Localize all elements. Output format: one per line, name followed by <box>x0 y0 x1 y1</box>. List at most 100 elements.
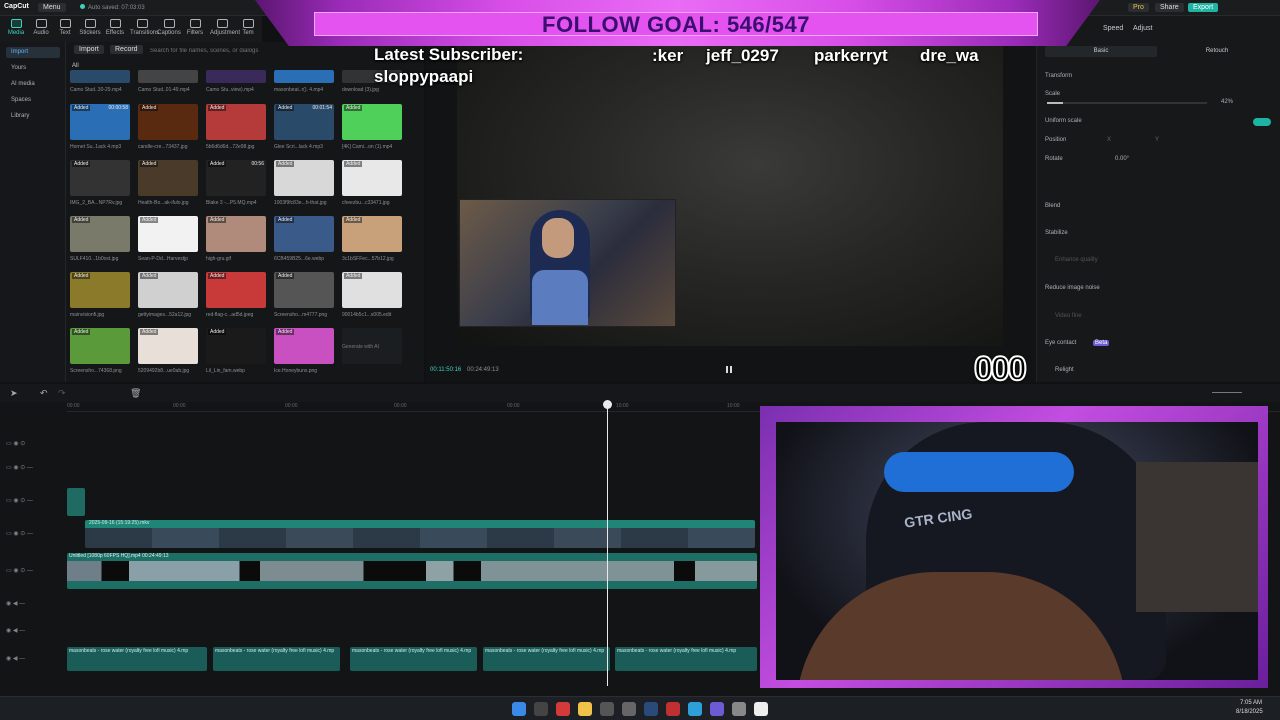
track-header[interactable]: ▭ ◉ ⊙ — <box>6 530 64 540</box>
subtab-basic[interactable]: Basic <box>1045 46 1157 57</box>
toolbar-stickers[interactable]: Stickers <box>78 19 102 36</box>
redo-icon[interactable]: ↷ <box>58 388 66 399</box>
position-y-field[interactable]: Y <box>1155 137 1159 143</box>
media-thumbnail[interactable]: Added <box>138 160 198 196</box>
toolbar-text[interactable]: Text <box>53 19 77 36</box>
media-thumbnail[interactable]: Added <box>138 104 198 140</box>
track-header[interactable]: ◉ ◀ — <box>6 627 64 637</box>
audio-clip[interactable]: masonbeats - rose water (royalty free lo… <box>615 647 757 671</box>
export-button[interactable]: Export <box>1188 3 1219 12</box>
select-tool-icon[interactable]: ➤ <box>10 388 18 399</box>
zoom-slider[interactable] <box>1212 392 1242 393</box>
track-header[interactable]: ◉ ◀ — <box>6 655 64 665</box>
sidebar-item-ai-media[interactable]: AI media <box>6 79 60 90</box>
media-thumbnail[interactable]: Added <box>274 160 334 196</box>
edge-icon[interactable] <box>688 702 702 716</box>
media-thumbnail[interactable]: Added <box>274 272 334 308</box>
scale-value[interactable]: 42% <box>1221 99 1233 105</box>
media-thumbnail[interactable]: Added <box>138 328 198 364</box>
media-thumbnail[interactable]: Added <box>70 160 130 196</box>
timeline-clip[interactable] <box>67 488 85 516</box>
audio-clip[interactable]: masonbeats - rose water (royalty free lo… <box>67 647 207 671</box>
subtab-retouch[interactable]: Retouch <box>1161 46 1273 57</box>
import-button[interactable]: Import <box>74 45 104 54</box>
opera-icon[interactable] <box>556 702 570 716</box>
media-thumbnail[interactable] <box>274 70 334 83</box>
tab-speed[interactable]: Speed <box>1103 25 1123 32</box>
rotate-value[interactable]: 0.00° <box>1115 156 1129 162</box>
chrome-icon[interactable] <box>666 702 680 716</box>
record-button[interactable]: Record <box>110 45 143 54</box>
audio-clip[interactable]: masonbeats - rose water (royalty free lo… <box>483 647 610 671</box>
uniform-scale-toggle[interactable] <box>1253 118 1271 126</box>
media-thumbnail[interactable]: Added 00:01:54 <box>274 104 334 140</box>
media-search-input[interactable] <box>150 45 340 56</box>
media-thumbnail[interactable]: Added <box>342 104 402 140</box>
sidebar-item-yours[interactable]: Yours <box>6 63 60 74</box>
media-thumbnail[interactable]: Added <box>342 272 402 308</box>
track-header[interactable]: ▭ ◉ ⊙ — <box>6 464 64 474</box>
media-thumbnail[interactable]: Added 00:56 <box>206 160 266 196</box>
media-thumbnail[interactable]: Added <box>342 160 402 196</box>
start-icon[interactable] <box>512 702 526 716</box>
app-icon[interactable] <box>600 702 614 716</box>
main-video-track[interactable]: Untitled [1080p 60FPS HQ].mp4 00:24:49:1… <box>67 553 757 589</box>
media-thumbnail[interactable] <box>206 70 266 83</box>
capcut-icon[interactable] <box>754 702 768 716</box>
undo-icon[interactable]: ↶ <box>40 388 48 399</box>
menu-button[interactable]: Menu <box>38 3 66 12</box>
pro-button[interactable]: Pro <box>1128 3 1149 12</box>
discord-icon[interactable] <box>710 702 724 716</box>
pause-icon[interactable] <box>726 366 732 373</box>
track-header[interactable]: ◉ ◀ — <box>6 600 64 610</box>
noise-label[interactable]: Reduce image noise <box>1045 285 1100 291</box>
delete-icon[interactable]: 🗑 <box>130 388 141 399</box>
toolbar-adjustment[interactable]: Adjustment <box>210 19 240 36</box>
steam-icon[interactable] <box>644 702 658 716</box>
app-icon[interactable] <box>732 702 746 716</box>
filter-all[interactable]: All <box>72 63 79 69</box>
media-thumbnail[interactable]: Added 00:00:58 <box>70 104 130 140</box>
media-thumbnail[interactable]: Added <box>138 272 198 308</box>
media-thumbnail[interactable]: Added <box>70 328 130 364</box>
track-header[interactable]: ▭ ◉ ⊙ <box>6 440 64 450</box>
playhead[interactable] <box>607 400 608 686</box>
media-thumbnail[interactable]: Added <box>206 272 266 308</box>
media-thumbnail[interactable] <box>70 70 130 83</box>
toolbar-audio[interactable]: Audio <box>29 19 53 36</box>
media-thumbnail[interactable] <box>138 70 198 83</box>
sidebar-item-spaces[interactable]: Spaces <box>6 95 60 106</box>
blend-label[interactable]: Blend <box>1045 203 1060 209</box>
media-thumbnail[interactable]: Added <box>206 328 266 364</box>
media-thumbnail[interactable]: Added <box>274 328 334 364</box>
position-x-field[interactable]: X <box>1107 137 1111 143</box>
toolbar-media[interactable]: Media <box>4 19 28 36</box>
search-icon[interactable] <box>534 702 548 716</box>
audio-clip[interactable]: masonbeats - rose water (royalty free lo… <box>213 647 340 671</box>
folder-icon[interactable] <box>578 702 592 716</box>
relight-label[interactable]: Relight <box>1055 367 1074 373</box>
app-icon[interactable] <box>622 702 636 716</box>
audio-clip[interactable]: masonbeats - rose water (royalty free lo… <box>350 647 477 671</box>
sidebar-item-library[interactable]: Library <box>6 111 60 122</box>
sidebar-item-import[interactable]: Import <box>6 47 60 58</box>
media-thumbnail[interactable]: Added <box>206 216 266 252</box>
playhead-handle[interactable] <box>603 400 612 409</box>
toolbar-effects[interactable]: Effects <box>103 19 127 36</box>
track-header[interactable]: ▭ ◉ ⊙ — <box>6 567 64 577</box>
toolbar-captions[interactable]: Captions <box>157 19 181 36</box>
scale-slider[interactable] <box>1047 102 1207 104</box>
timeline-clip-frames[interactable]: 2025-09-16 (15:19:25).mkv <box>85 520 755 548</box>
toolbar-templates[interactable]: Tem <box>236 19 260 36</box>
toolbar-filters[interactable]: Filters <box>183 19 207 36</box>
media-thumbnail[interactable]: Added <box>342 216 402 252</box>
media-thumbnail[interactable]: Added <box>70 216 130 252</box>
share-button[interactable]: Share <box>1155 3 1184 12</box>
media-thumbnail[interactable]: Added <box>274 216 334 252</box>
tab-adjust[interactable]: Adjust <box>1133 25 1152 32</box>
media-thumbnail[interactable]: Added <box>138 216 198 252</box>
track-header[interactable]: ▭ ◉ ⊙ — <box>6 497 64 507</box>
media-thumbnail[interactable]: Added <box>206 104 266 140</box>
stabilize-label[interactable]: Stabilize <box>1045 230 1068 236</box>
toolbar-transitions[interactable]: Transitions <box>130 19 159 36</box>
